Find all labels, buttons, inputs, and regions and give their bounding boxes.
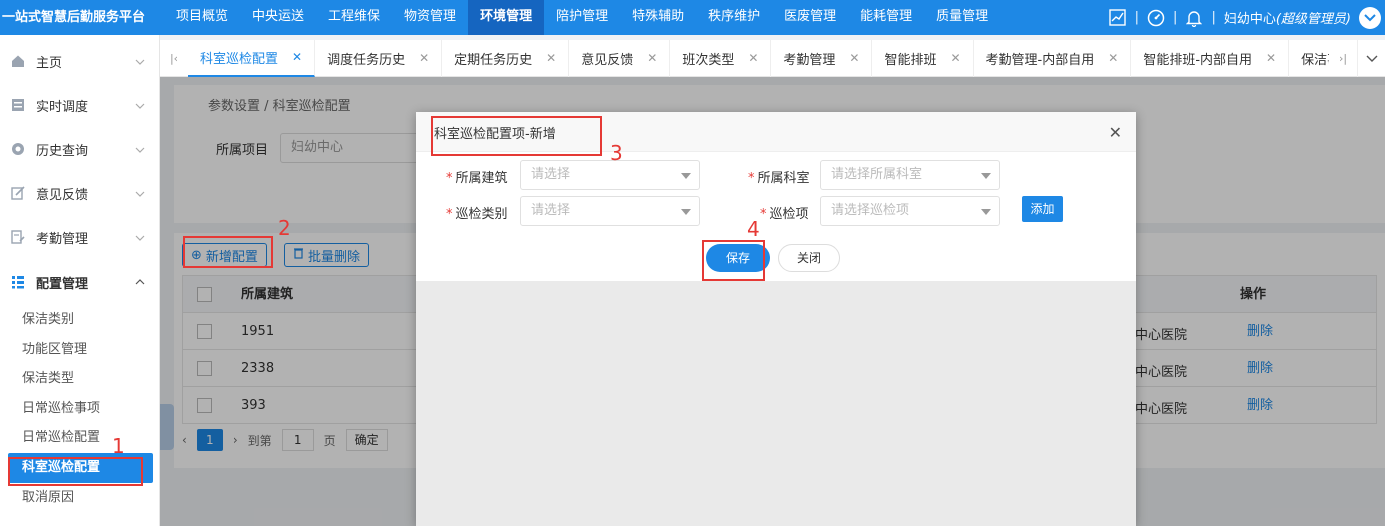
feedback-icon	[10, 185, 26, 201]
add-config-dialog: 科室巡检配置项-新增 ✕ * 所属建筑 请选择 * 所属科室 请选择所属科室 * 巡检…	[416, 112, 1136, 526]
close-icon[interactable]: ✕	[292, 50, 302, 64]
chevron-up-icon	[135, 274, 145, 289]
user-name[interactable]: 妇幼中心(超级管理员)	[1224, 8, 1351, 27]
annotation-number-3: 3	[610, 141, 623, 165]
divider: |	[1173, 10, 1178, 25]
category-select[interactable]: 请选择	[520, 196, 700, 226]
tab-shift-type[interactable]: 班次类型 ✕	[670, 39, 772, 77]
tab-menu-chevron-down-icon[interactable]	[1357, 39, 1385, 77]
sidebar-item-config[interactable]: 配置管理	[0, 259, 159, 305]
attendance-icon	[10, 229, 26, 245]
tab-attendance-internal[interactable]: 考勤管理-内部自用 ✕	[974, 39, 1132, 77]
tab-strip: |‹ 科室巡检配置 ✕ 调度任务历史 ✕ 定期任务历史 ✕ 意见反馈 ✕ 班次类型 ✕ 考…	[160, 39, 1385, 77]
annotation-number-1: 1	[112, 434, 125, 458]
sidebar-sub-cancel-reason[interactable]: 取消原因	[0, 483, 159, 513]
sidebar-item-dispatch[interactable]: 实时调度	[0, 83, 159, 127]
sidebar-sub-cleaning-category[interactable]: 保洁类别	[0, 305, 159, 335]
chevron-down-icon	[135, 142, 145, 157]
brand-title: 一站式智慧后勤服务平台	[2, 10, 146, 25]
nav-item-transport[interactable]: 中央运送	[240, 0, 316, 35]
tab-dept-inspection-config[interactable]: 科室巡检配置 ✕	[188, 39, 316, 77]
divider: |	[1134, 10, 1140, 25]
nav-item-special[interactable]: 特殊辅助	[620, 0, 696, 35]
chevron-down-icon	[135, 98, 145, 113]
annotation-box-1	[8, 457, 143, 486]
close-icon[interactable]: ✕	[647, 51, 657, 65]
close-icon[interactable]: ✕	[1108, 51, 1118, 65]
nav-item-energy[interactable]: 能耗管理	[848, 0, 924, 35]
tab-scroll-right-icon[interactable]: ›|	[1329, 40, 1357, 77]
top-nav: 项目概览 中央运送 工程维保 物资管理 环境管理 陪护管理 特殊辅助 秩序维护 …	[164, 0, 1000, 35]
close-icon[interactable]: ✕	[1109, 123, 1122, 142]
dept-label: * 所属科室	[748, 171, 810, 186]
nav-item-order[interactable]: 秩序维护	[696, 0, 772, 35]
sidebar-sub-zone-management[interactable]: 功能区管理	[0, 335, 159, 365]
chevron-down-icon	[135, 186, 145, 201]
item-select[interactable]: 请选择巡检项	[820, 196, 1000, 226]
add-item-button[interactable]: 添加	[1022, 196, 1063, 222]
top-right-tools: | | | 妇幼中心(超级管理员)	[1109, 0, 1385, 35]
tab-smart-schedule-internal[interactable]: 智能排班-内部自用 ✕	[1131, 39, 1290, 77]
item-label: * 巡检项	[760, 207, 809, 222]
close-icon[interactable]: ✕	[849, 51, 859, 65]
building-label: * 所属建筑	[446, 171, 508, 186]
caret-down-icon	[681, 209, 691, 215]
category-label: * 巡检类别	[446, 207, 508, 222]
annotation-box-4	[702, 240, 765, 281]
sidebar-sub-cleaning-type[interactable]: 保洁类型	[0, 364, 159, 394]
chevron-down-icon	[135, 230, 145, 245]
caret-down-icon	[681, 173, 691, 179]
close-icon[interactable]: ✕	[950, 51, 960, 65]
user-menu-chevron-icon[interactable]	[1359, 6, 1381, 29]
bell-icon[interactable]	[1185, 9, 1203, 27]
nav-item-environment[interactable]: 环境管理	[468, 0, 545, 35]
divider: |	[1211, 10, 1216, 25]
tab-attendance[interactable]: 考勤管理 ✕	[771, 39, 873, 77]
nav-item-quality[interactable]: 质量管理	[924, 0, 1000, 35]
close-button[interactable]: 关闭	[778, 244, 840, 272]
annotation-box-2	[183, 236, 273, 268]
close-icon[interactable]: ✕	[546, 51, 556, 65]
home-icon	[10, 53, 26, 69]
nav-item-maintenance[interactable]: 工程维保	[316, 0, 392, 35]
chevron-down-icon	[135, 54, 145, 69]
tab-cleaning-items[interactable]: 保洁事项	[1289, 40, 1329, 77]
tabs: 科室巡检配置 ✕ 调度任务历史 ✕ 定期任务历史 ✕ 意见反馈 ✕ 班次类型 ✕ 考勤管理…	[188, 39, 1329, 77]
dialog-body: * 所属建筑 请选择 * 所属科室 请选择所属科室 * 巡检类别 请选择 * 巡检项 请…	[416, 152, 1136, 281]
history-icon	[10, 141, 26, 157]
sidebar-item-home[interactable]: 主页	[0, 39, 159, 83]
sidebar-sub-daily-inspection-config[interactable]: 日常巡检配置	[0, 423, 159, 453]
nav-item-medwaste[interactable]: 医废管理	[772, 0, 848, 35]
sidebar-item-history[interactable]: 历史查询	[0, 127, 159, 171]
dispatch-icon	[10, 97, 26, 113]
caret-down-icon	[981, 209, 991, 215]
tab-scroll-left-icon[interactable]: |‹	[160, 40, 188, 77]
close-icon[interactable]: ✕	[748, 51, 758, 65]
annotation-number-2: 2	[278, 216, 291, 240]
tab-smart-schedule[interactable]: 智能排班 ✕	[872, 39, 974, 77]
dashboard-icon[interactable]	[1147, 9, 1165, 27]
caret-down-icon	[981, 173, 991, 179]
sidebar: 主页 实时调度 历史查询 意见反馈 考勤管理 配置管理 保洁类别 功能区管理 保…	[0, 35, 160, 526]
nav-item-materials[interactable]: 物资管理	[392, 0, 468, 35]
sidebar-item-feedback[interactable]: 意见反馈	[0, 171, 159, 215]
dept-select[interactable]: 请选择所属科室	[820, 160, 1000, 190]
config-icon	[10, 274, 26, 290]
close-icon[interactable]: ✕	[419, 51, 429, 65]
close-icon[interactable]: ✕	[1266, 51, 1276, 65]
chart-icon[interactable]	[1109, 9, 1127, 27]
top-navbar: 一站式智慧后勤服务平台 项目概览 中央运送 工程维保 物资管理 环境管理 陪护管…	[0, 0, 1385, 35]
tab-dispatch-history[interactable]: 调度任务历史 ✕	[315, 39, 443, 77]
annotation-box-3	[431, 116, 602, 156]
sidebar-item-attendance[interactable]: 考勤管理	[0, 215, 159, 259]
sidebar-sub-daily-inspection-items[interactable]: 日常巡检事项	[0, 394, 159, 424]
nav-item-overview[interactable]: 项目概览	[164, 0, 240, 35]
tab-periodic-history[interactable]: 定期任务历史 ✕	[442, 39, 570, 77]
tab-feedback[interactable]: 意见反馈 ✕	[569, 39, 671, 77]
annotation-number-4: 4	[747, 217, 760, 241]
nav-item-escort[interactable]: 陪护管理	[544, 0, 620, 35]
